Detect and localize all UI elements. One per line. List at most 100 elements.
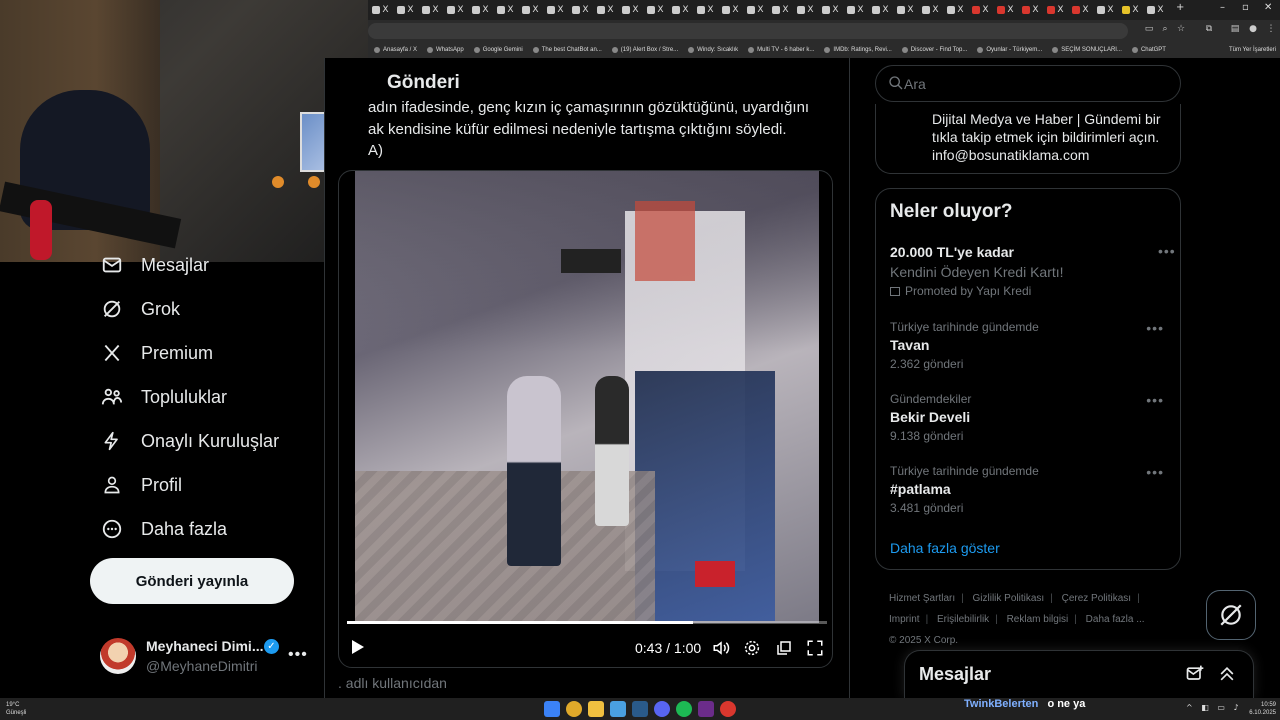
- bookmark-item[interactable]: (19) Alert Box / Stre...: [611, 47, 678, 53]
- new-tab-button[interactable]: +: [1176, 2, 1184, 13]
- footer-link[interactable]: Çerez Politikası: [1062, 593, 1131, 604]
- browser-tab[interactable]: X: [643, 0, 668, 20]
- minimize-icon[interactable]: –: [1220, 2, 1225, 13]
- volume-icon[interactable]: [711, 638, 731, 658]
- more-dots-icon[interactable]: •••: [1158, 243, 1176, 259]
- url-field[interactable]: [368, 23, 1128, 39]
- bookmark-item[interactable]: Anasayfa / X: [374, 47, 417, 53]
- bookmark-item[interactable]: Discover - Find Top...: [901, 47, 967, 53]
- file-explorer-icon[interactable]: [588, 701, 604, 717]
- trend-item[interactable]: Türkiye tarihinde gündemde Tavan 2.362 g…: [890, 320, 1170, 371]
- browser-tab[interactable]: X: [543, 0, 568, 20]
- weather-widget[interactable]: 19°C Güneşli: [6, 701, 26, 717]
- bookmark-star-icon[interactable]: ☆: [1176, 24, 1186, 36]
- trend-item[interactable]: Gündemdekiler Bekir Develi 9.138 gönderi…: [890, 392, 1170, 443]
- bookmark-item[interactable]: Windy: Sıcaklık: [688, 47, 738, 53]
- show-more-link[interactable]: Daha fazla göster: [890, 540, 1000, 556]
- trend-item[interactable]: Türkiye tarihinde gündemde #patlama 3.48…: [890, 464, 1170, 515]
- browser-tab[interactable]: X: [468, 0, 493, 20]
- nav-item-grok[interactable]: Grok: [100, 294, 180, 324]
- footer-link[interactable]: Gizlilik Politikası: [973, 593, 1045, 604]
- nav-item-verified-orgs[interactable]: Onaylı Kuruluşlar: [100, 426, 279, 456]
- browser-tab[interactable]: X: [668, 0, 693, 20]
- extensions-icon[interactable]: ⧉: [1204, 24, 1214, 36]
- bookmark-item[interactable]: Multi TV - 6 haber k...: [748, 47, 814, 53]
- nav-item-profile[interactable]: Profil: [100, 470, 182, 500]
- nav-item-premium[interactable]: Premium: [100, 338, 213, 368]
- browser-tab[interactable]: X: [568, 0, 593, 20]
- bookmark-item[interactable]: Oyunlar - Türkiyem...: [977, 47, 1042, 53]
- footer-link[interactable]: Reklam bilgisi: [1007, 614, 1069, 625]
- nav-item-messages[interactable]: Mesajlar: [100, 250, 209, 280]
- browser-tab[interactable]: X: [718, 0, 743, 20]
- browser-tab[interactable]: X: [1143, 0, 1168, 20]
- browser-tab[interactable]: X: [1118, 0, 1143, 20]
- nav-item-communities[interactable]: Topluluklar: [100, 382, 227, 412]
- bookmark-item[interactable]: The best ChatBot an...: [532, 47, 602, 53]
- browser-tab[interactable]: X: [768, 0, 793, 20]
- all-bookmarks-folder[interactable]: Tüm Yer İşaretleri: [1229, 47, 1276, 53]
- browser-tab[interactable]: X: [793, 0, 818, 20]
- browser-tab[interactable]: X: [593, 0, 618, 20]
- settings-gear-icon[interactable]: [742, 638, 762, 658]
- browser-tab[interactable]: X: [618, 0, 643, 20]
- discord-icon[interactable]: [654, 701, 670, 717]
- footer-link[interactable]: Hizmet Şartları: [889, 593, 955, 604]
- grok-floating-button[interactable]: [1206, 590, 1256, 640]
- picture-in-picture-icon[interactable]: [774, 638, 794, 658]
- bookmark-item[interactable]: IMDb: Ratings, Revi...: [824, 47, 892, 53]
- more-dots-icon[interactable]: •••: [1146, 392, 1164, 408]
- browser-tab[interactable]: X: [968, 0, 993, 20]
- steam-icon[interactable]: [632, 701, 648, 717]
- bookmark-item[interactable]: ChatGPT: [1131, 47, 1166, 53]
- obs-icon[interactable]: [698, 701, 714, 717]
- browser-tab[interactable]: X: [493, 0, 518, 20]
- app-icon[interactable]: [720, 701, 736, 717]
- search-input[interactable]: [904, 74, 1164, 94]
- play-icon[interactable]: [351, 639, 367, 657]
- nav-item-more[interactable]: Daha fazla: [100, 514, 227, 544]
- footer-link[interactable]: Imprint: [889, 614, 920, 625]
- browser-tab[interactable]: X: [893, 0, 918, 20]
- more-dots-icon[interactable]: •••: [1146, 464, 1164, 480]
- maximize-icon[interactable]: ▫: [1242, 2, 1249, 13]
- messages-drawer[interactable]: Mesajlar: [904, 650, 1254, 698]
- browser-tab[interactable]: X: [993, 0, 1018, 20]
- browser-tab[interactable]: X: [393, 0, 418, 20]
- footer-link[interactable]: Daha fazla ...: [1086, 614, 1145, 625]
- close-window-icon[interactable]: ✕: [1264, 2, 1272, 13]
- browser-tab[interactable]: X: [868, 0, 893, 20]
- browser-tab[interactable]: X: [943, 0, 968, 20]
- footer-link[interactable]: Erişilebilirlik: [937, 614, 989, 625]
- chrome-icon[interactable]: [566, 701, 582, 717]
- bookmark-item[interactable]: WhatsApp: [427, 47, 464, 53]
- ad-title[interactable]: 20.000 TL'ye kadar: [890, 244, 1014, 260]
- browser-tab[interactable]: X: [1018, 0, 1043, 20]
- browser-tab[interactable]: X: [743, 0, 768, 20]
- video-player[interactable]: 0:43 / 1:00: [338, 170, 833, 668]
- browser-tab[interactable]: X: [418, 0, 443, 20]
- new-message-icon[interactable]: [1185, 664, 1205, 689]
- expand-chevrons-icon[interactable]: [1217, 664, 1237, 689]
- post-button[interactable]: Gönderi yayınla: [90, 558, 294, 604]
- clock[interactable]: 10:59 6.10.2025: [1238, 701, 1276, 717]
- profile-icon[interactable]: ●: [1248, 24, 1258, 36]
- menu-icon[interactable]: ⋮: [1266, 24, 1276, 36]
- browser-tab[interactable]: X: [843, 0, 868, 20]
- browser-tab[interactable]: X: [1043, 0, 1068, 20]
- install-app-icon[interactable]: ▭: [1144, 24, 1154, 36]
- search-box[interactable]: [875, 65, 1181, 102]
- more-dots-icon[interactable]: •••: [1146, 320, 1164, 336]
- windows-start-icon[interactable]: [544, 701, 560, 717]
- browser-tab[interactable]: X: [1093, 0, 1118, 20]
- zoom-icon[interactable]: ⌕: [1160, 24, 1170, 36]
- browser-tab[interactable]: X: [1068, 0, 1093, 20]
- spotify-icon[interactable]: [676, 701, 692, 717]
- sidebar-icon[interactable]: ▤: [1230, 24, 1240, 36]
- browser-tab[interactable]: X: [693, 0, 718, 20]
- app-icon[interactable]: [610, 701, 626, 717]
- fullscreen-icon[interactable]: [805, 638, 825, 658]
- bookmark-item[interactable]: SEÇİM SONUÇLARI...: [1052, 47, 1122, 53]
- browser-tab[interactable]: X: [918, 0, 943, 20]
- system-tray-icons[interactable]: ^ ◧ ▭ ♪: [1186, 703, 1242, 712]
